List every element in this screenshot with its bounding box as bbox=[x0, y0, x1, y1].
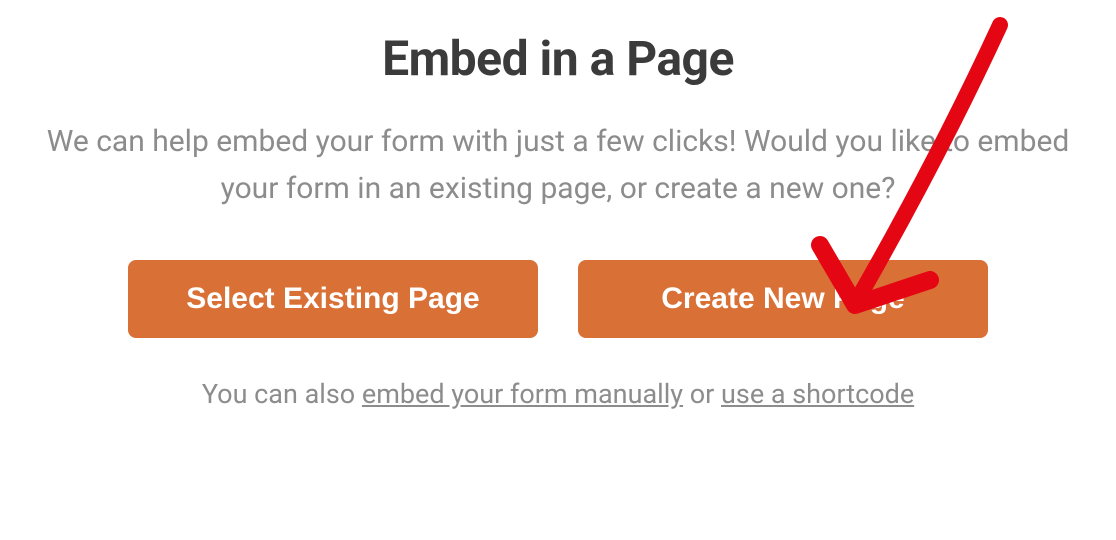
select-existing-page-button[interactable]: Select Existing Page bbox=[128, 260, 538, 338]
footer-text: You can also embed your form manually or… bbox=[202, 378, 914, 410]
modal-title: Embed in a Page bbox=[382, 30, 734, 87]
create-new-page-button[interactable]: Create New Page bbox=[578, 260, 988, 338]
button-row: Select Existing Page Create New Page bbox=[128, 260, 988, 338]
use-shortcode-link[interactable]: use a shortcode bbox=[721, 378, 914, 410]
modal-description: We can help embed your form with just a … bbox=[28, 119, 1088, 212]
footer-prefix: You can also bbox=[202, 378, 362, 410]
embed-manually-link[interactable]: embed your form manually bbox=[362, 378, 683, 410]
footer-separator: or bbox=[683, 378, 721, 410]
